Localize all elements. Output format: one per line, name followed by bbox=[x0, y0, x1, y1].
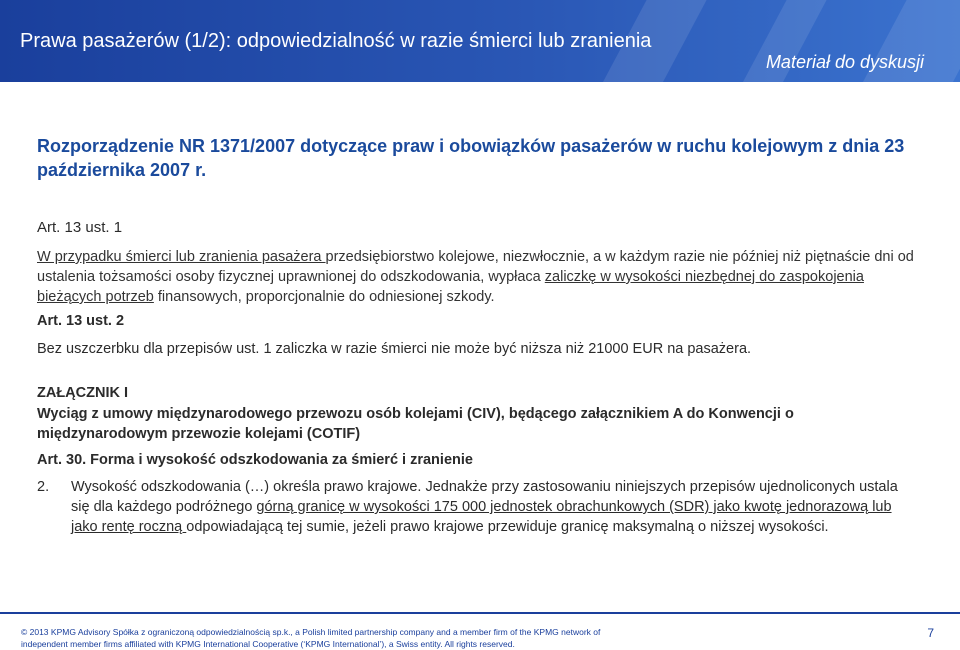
article-13-1-text: W przypadku śmierci lub zranienia pasaże… bbox=[37, 247, 917, 307]
footer-line-2: independent member firms affiliated with… bbox=[21, 639, 515, 649]
annex-description: Wyciąg z umowy międzynarodowego przewozu… bbox=[37, 406, 794, 442]
discussion-tag: Materiał do dyskusji bbox=[765, 52, 924, 72]
article-13-2-heading: Art. 13 ust. 2 bbox=[37, 313, 125, 329]
slide-title: Prawa pasażerów (1/2): odpowiedzialność … bbox=[20, 30, 652, 52]
point-number: 2. bbox=[37, 479, 50, 495]
page-number: 7 bbox=[927, 626, 934, 640]
footer-divider bbox=[0, 612, 960, 614]
slide-header: Prawa pasażerów (1/2): odpowiedzialność … bbox=[0, 0, 960, 82]
annex-point: 2. Wysokość odszkodowania (…) określa pra… bbox=[37, 477, 917, 537]
plain-text: odpowiadającą tej sumie, jeżeli prawo kr… bbox=[186, 519, 829, 535]
regulation-title: Rozporządzenie NR 1371/2007 dotyczące pr… bbox=[37, 136, 905, 180]
article-13-1-heading: Art. 13 ust. 1 bbox=[37, 219, 123, 236]
plain-text: finansowych, proporcjonalnie do odniesio… bbox=[153, 289, 495, 305]
article-13-2-text: Bez uszczerbku dla przepisów ust. 1 zali… bbox=[37, 341, 752, 357]
annex-heading: ZAŁĄCZNIK I bbox=[37, 385, 129, 401]
copyright-footer: © 2013 KPMG Advisory Spółka z ograniczon… bbox=[21, 626, 781, 650]
article-30-heading: Art. 30. Forma i wysokość odszkodowania … bbox=[37, 452, 473, 468]
underlined-text: W przypadku śmierci lub zranienia pasaże… bbox=[37, 249, 326, 265]
footer-line-1: © 2013 KPMG Advisory Spółka z ograniczon… bbox=[21, 627, 601, 637]
slide-body: Art. 13 ust. 1 W przypadku śmierci lub z… bbox=[37, 218, 917, 537]
